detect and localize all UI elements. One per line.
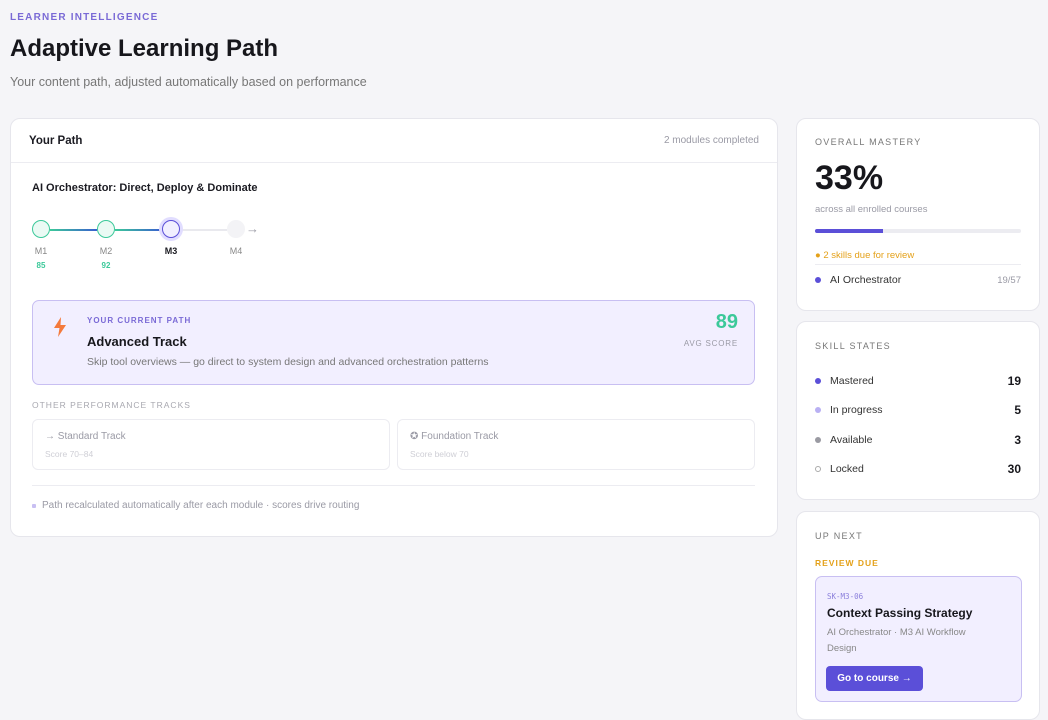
track-card-standard[interactable]: → Standard Track Score 70–84 (32, 419, 390, 470)
bullet-icon (32, 503, 36, 508)
review-due-notice[interactable]: ● 2 skills due for review (815, 250, 914, 261)
module-node-m3[interactable] (162, 220, 180, 238)
next-skill-meta: AI Orchestrator · M3 AI Workflow Design (827, 627, 966, 654)
mastery-progress-bar (815, 229, 1021, 233)
skill-state-name: In progress (830, 404, 883, 416)
mastery-value: 33% (815, 159, 884, 197)
module-label: M2 (99, 246, 113, 256)
mastery-progress-fill (815, 229, 883, 233)
modules-completed-count: 2 modules completed (663, 135, 759, 146)
divider (32, 485, 755, 486)
skill-state-name: Mastered (830, 375, 874, 387)
path-card-title: Your Path (29, 134, 83, 147)
current-track-description: Skip tool overviews — go direct to syste… (87, 356, 489, 368)
path-card-header: Your Path 2 modules completed (11, 119, 777, 163)
skill-state-name: Available (830, 434, 873, 446)
next-skill-panel: SK-M3-06 Context Passing Strategy AI Orc… (815, 576, 1022, 702)
other-tracks-label: OTHER PERFORMANCE TRACKS (32, 400, 191, 410)
mastery-label: OVERALL MASTERY (815, 137, 922, 147)
course-name: AI Orchestrator: Direct, Deploy & Domina… (32, 182, 258, 194)
skill-state-count: 5 (1014, 403, 1021, 417)
course-progress-name: AI Orchestrator (830, 274, 902, 286)
module-label: M3 (164, 246, 178, 256)
mastery-card: OVERALL MASTERY 33% across all enrolled … (796, 118, 1040, 311)
skill-state-row: Available 3 (815, 433, 1021, 447)
module-label: M4 (229, 246, 243, 256)
skill-state-count: 19 (1007, 374, 1021, 388)
review-due-label: REVIEW DUE (815, 558, 879, 568)
lightning-icon (54, 317, 66, 337)
track-score-range: Score 70–84 (45, 449, 94, 459)
avg-score-value: 89 (715, 311, 738, 333)
current-track-name: Advanced Track (87, 334, 187, 349)
path-card: Your Path 2 modules completed AI Orchest… (10, 118, 778, 537)
mastery-subtext: across all enrolled courses (815, 204, 928, 215)
footnote-text: Path recalculated automatically after ea… (42, 500, 360, 511)
page-subtitle: Your content path, adjusted automaticall… (10, 75, 367, 89)
skill-state-row: Mastered 19 (815, 374, 1021, 388)
mastered-dot-icon (815, 378, 821, 384)
track-name: → Standard Track (45, 431, 126, 442)
skill-state-name: Locked (830, 463, 864, 475)
module-label: M1 (34, 246, 48, 256)
path-connector (180, 229, 227, 231)
path-connector (115, 229, 162, 231)
skill-states-label: SKILL STATES (815, 341, 891, 351)
skill-state-count: 30 (1007, 462, 1021, 476)
module-score: 92 (101, 261, 111, 270)
track-name: ✪ Foundation Track (410, 431, 499, 442)
arrow-right-icon: → (246, 221, 259, 236)
course-progress-count: 19/57 (997, 274, 1021, 286)
up-next-card: UP NEXT REVIEW DUE SK-M3-06 Context Pass… (796, 511, 1040, 720)
up-next-label: UP NEXT (815, 531, 863, 541)
path-footnote: Path recalculated automatically after ea… (32, 500, 359, 511)
in-progress-dot-icon (815, 407, 821, 413)
module-score: 85 (36, 261, 46, 270)
page-eyebrow: LEARNER INTELLIGENCE (10, 12, 159, 23)
skill-states-card: SKILL STATES Mastered 19 In progress 5 A… (796, 321, 1040, 500)
track-score-range: Score below 70 (410, 449, 469, 459)
skill-state-row: In progress 5 (815, 403, 1021, 417)
skill-state-row: Locked 30 (815, 462, 1021, 476)
current-path-panel: YOUR CURRENT PATH Advanced Track Skip to… (32, 300, 755, 385)
track-card-foundation[interactable]: ✪ Foundation Track Score below 70 (397, 419, 755, 470)
locked-dot-icon (815, 466, 821, 472)
page-title: Adaptive Learning Path (10, 35, 279, 62)
module-node-m4 (227, 220, 245, 238)
course-progress-row[interactable]: AI Orchestrator 19/57 (815, 274, 1021, 286)
path-connector (50, 229, 97, 231)
divider (815, 264, 1021, 265)
available-dot-icon (815, 437, 821, 443)
skill-state-count: 3 (1014, 433, 1021, 447)
next-skill-name: Context Passing Strategy (827, 606, 973, 620)
current-path-eyebrow: YOUR CURRENT PATH (87, 316, 192, 325)
avg-score-label: AVG SCORE (683, 339, 738, 348)
go-to-course-button[interactable]: Go to course → (826, 666, 923, 691)
course-dot-icon (815, 277, 821, 283)
module-node-m1[interactable] (32, 220, 50, 238)
module-node-m2[interactable] (97, 220, 115, 238)
skill-code: SK-M3-06 (827, 592, 864, 601)
